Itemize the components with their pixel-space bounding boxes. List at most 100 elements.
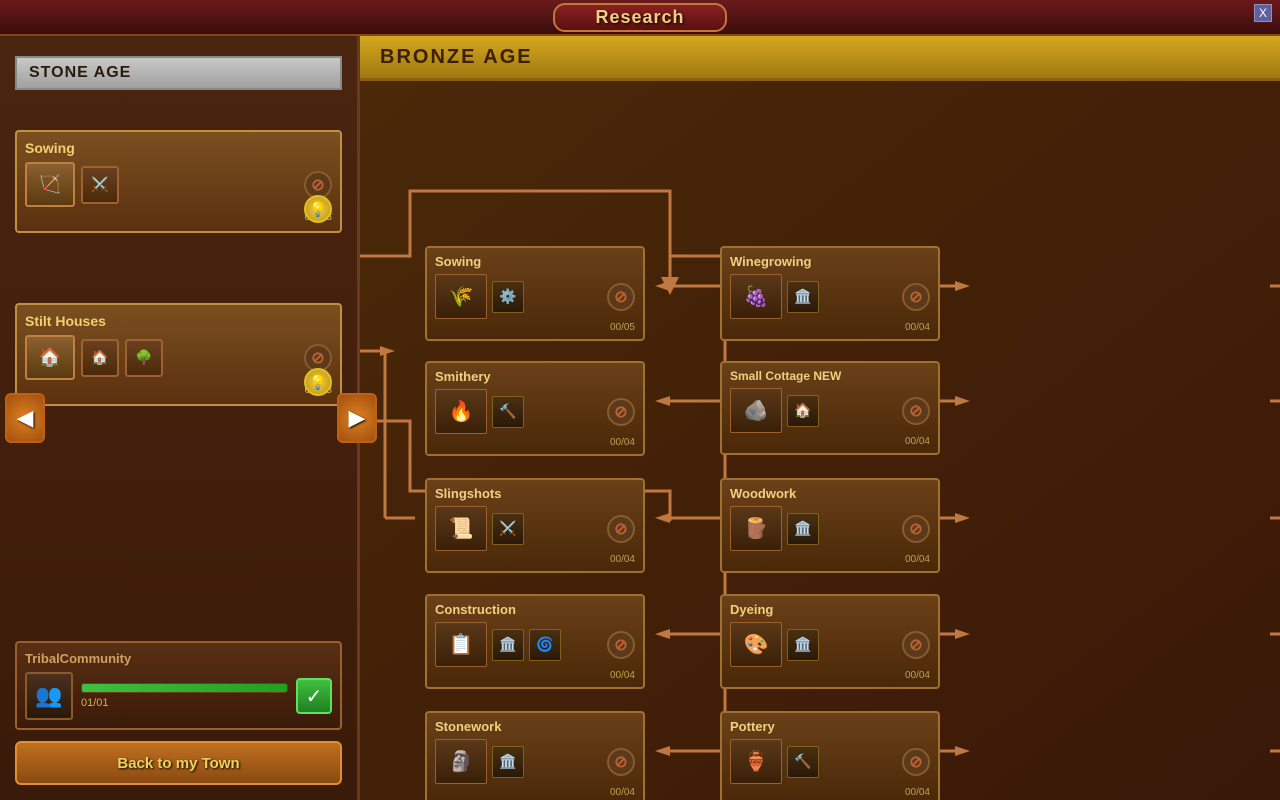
winegrowing-main-icon: 🍇: [730, 274, 782, 319]
tribal-community-card: TribalCommunity 👥 01/01 ✓: [15, 641, 342, 730]
sowing-body: 🌾 ⚙️ ⊘: [435, 274, 635, 319]
main-layout: STONE AGE ◀ Sowing 🏹 ⚔️ ⊘ 00/03 💡 Stilt …: [0, 36, 1280, 800]
dyeing-sub-icon: 🏛️: [787, 629, 819, 661]
sidebar: STONE AGE ◀ Sowing 🏹 ⚔️ ⊘ 00/03 💡 Stilt …: [0, 36, 360, 800]
woodwork-card[interactable]: Woodwork 🪵 🏛️ ⊘ 00/04: [720, 478, 940, 573]
woodwork-count: 00/04: [730, 554, 930, 565]
tribal-community-row: 👥 01/01 ✓: [25, 672, 332, 720]
pottery-sub-icon: 🔨: [787, 746, 819, 778]
smithery-title: Smithery: [435, 369, 635, 384]
smithery-main-icon: 🔥: [435, 389, 487, 434]
construction-main-icon: 📋: [435, 622, 487, 667]
sowing-sub-icon: ⚙️: [492, 281, 524, 313]
small-cottage-sub-icon: 🏠: [787, 395, 819, 427]
slingshots-count: 00/04: [435, 554, 635, 565]
winegrowing-title: Winegrowing: [730, 254, 930, 269]
smithery-sub-icon: 🔨: [492, 396, 524, 428]
spears-main-icon: 🏹: [25, 162, 75, 207]
left-nav-arrow[interactable]: ◀: [5, 393, 45, 443]
bronze-age-header: BRONZE AGE: [360, 36, 1280, 81]
tribal-progress-bar: [81, 683, 288, 693]
slingshots-block-icon: ⊘: [607, 515, 635, 543]
stilt-houses-icons: 🏠 🏠 🌳 ⊘: [25, 335, 332, 380]
stilt-houses-progress: 00/03: [25, 384, 332, 396]
tribal-community-title: TribalCommunity: [25, 651, 332, 666]
stonework-body: 🗿 🏛️ ⊘: [435, 739, 635, 784]
spears-progress: 00/03: [25, 211, 332, 223]
dyeing-card[interactable]: Dyeing 🎨 🏛️ ⊘ 00/04: [720, 594, 940, 689]
construction-sub1-icon: 🏛️: [492, 629, 524, 661]
slingshots-sub-icon: ⚔️: [492, 513, 524, 545]
pottery-body: 🏺 🔨 ⊘: [730, 739, 930, 784]
sowing-main-icon: 🌾: [435, 274, 487, 319]
winegrowing-card[interactable]: Winegrowing 🍇 🏛️ ⊘ 00/04: [720, 246, 940, 341]
tribal-check-button[interactable]: ✓: [296, 678, 332, 714]
winegrowing-body: 🍇 🏛️ ⊘: [730, 274, 930, 319]
sowing-title: Sowing: [435, 254, 635, 269]
woodwork-title: Woodwork: [730, 486, 930, 501]
woodwork-sub-icon: 🏛️: [787, 513, 819, 545]
slingshots-body: 📜 ⚔️ ⊘: [435, 506, 635, 551]
spears-lightbulb[interactable]: 💡: [304, 195, 332, 223]
small-cottage-main-icon: 🪨: [730, 388, 782, 433]
small-cottage-count: 00/04: [730, 436, 930, 447]
tribal-community-icon: 👥: [25, 672, 73, 720]
smithery-block-icon: ⊘: [607, 398, 635, 426]
construction-count: 00/04: [435, 670, 635, 681]
small-cottage-block-icon: ⊘: [902, 397, 930, 425]
bronze-age-title: BRONZE AGE: [380, 46, 533, 69]
close-button[interactable]: X: [1254, 4, 1272, 22]
stonework-title: Stonework: [435, 719, 635, 734]
construction-title: Construction: [435, 602, 635, 617]
dyeing-body: 🎨 🏛️ ⊘: [730, 622, 930, 667]
stonework-card[interactable]: Stonework 🗿 🏛️ ⊘ 00/04: [425, 711, 645, 800]
winegrowing-count: 00/04: [730, 322, 930, 333]
slingshots-title: Slingshots: [435, 486, 635, 501]
stonework-sub-icon: 🏛️: [492, 746, 524, 778]
winegrowing-block-icon: ⊘: [902, 283, 930, 311]
stilt-houses-title: Stilt Houses: [25, 313, 332, 329]
slingshots-card[interactable]: Slingshots 📜 ⚔️ ⊘ 00/04: [425, 478, 645, 573]
spears-sub-icon: ⚔️: [81, 166, 119, 204]
construction-body: 📋 🏛️ 🌀 ⊘: [435, 622, 635, 667]
construction-block-icon: ⊘: [607, 631, 635, 659]
woodwork-body: 🪵 🏛️ ⊘: [730, 506, 930, 551]
tribal-progress-container: 01/01: [81, 683, 288, 709]
title-bg: Research: [553, 3, 726, 32]
dyeing-count: 00/04: [730, 670, 930, 681]
woodwork-main-icon: 🪵: [730, 506, 782, 551]
winegrowing-sub-icon: 🏛️: [787, 281, 819, 313]
spears-title: Sowing: [25, 140, 332, 156]
smithery-count: 00/04: [435, 437, 635, 448]
woodwork-block-icon: ⊘: [902, 515, 930, 543]
research-tree: Sowing 🌾 ⚙️ ⊘ 00/05 Smithery 🔥 🔨 ⊘: [360, 81, 1280, 800]
pottery-main-icon: 🏺: [730, 739, 782, 784]
smithery-card[interactable]: Smithery 🔥 🔨 ⊘ 00/04: [425, 361, 645, 456]
construction-card[interactable]: Construction 📋 🏛️ 🌀 ⊘ 00/04: [425, 594, 645, 689]
slingshots-main-icon: 📜: [435, 506, 487, 551]
right-nav-arrow[interactable]: ▶: [337, 393, 377, 443]
stone-age-header: STONE AGE: [15, 56, 342, 90]
tribal-progress-fill: [82, 684, 287, 692]
sowing-block-icon: ⊘: [607, 283, 635, 311]
spears-icons: 🏹 ⚔️ ⊘: [25, 162, 332, 207]
dyeing-title: Dyeing: [730, 602, 930, 617]
stilt-houses-sub2-icon: 🌳: [125, 339, 163, 377]
stilt-houses-node: Stilt Houses 🏠 🏠 🌳 ⊘ 00/03 💡: [15, 303, 342, 406]
sowing-card[interactable]: Sowing 🌾 ⚙️ ⊘ 00/05: [425, 246, 645, 341]
stonework-block-icon: ⊘: [607, 748, 635, 776]
pottery-card[interactable]: Pottery 🏺 🔨 ⊘ 00/04: [720, 711, 940, 800]
smithery-body: 🔥 🔨 ⊘: [435, 389, 635, 434]
small-cottage-card[interactable]: Small Cottage NEW 🪨 🏠 ⊘ 00/04: [720, 361, 940, 455]
back-to-town-button[interactable]: Back to my Town: [15, 741, 342, 785]
small-cottage-title: Small Cottage NEW: [730, 369, 930, 383]
tribal-progress-text: 01/01: [81, 697, 288, 709]
window-title: Research: [595, 7, 684, 27]
spears-node: Sowing 🏹 ⚔️ ⊘ 00/03 💡: [15, 130, 342, 233]
stilt-houses-main-icon: 🏠: [25, 335, 75, 380]
pottery-block-icon: ⊘: [902, 748, 930, 776]
stilt-houses-lightbulb[interactable]: 💡: [304, 368, 332, 396]
small-cottage-body: 🪨 🏠 ⊘: [730, 388, 930, 433]
title-bar: Research X: [0, 0, 1280, 36]
stonework-count: 00/04: [435, 787, 635, 798]
